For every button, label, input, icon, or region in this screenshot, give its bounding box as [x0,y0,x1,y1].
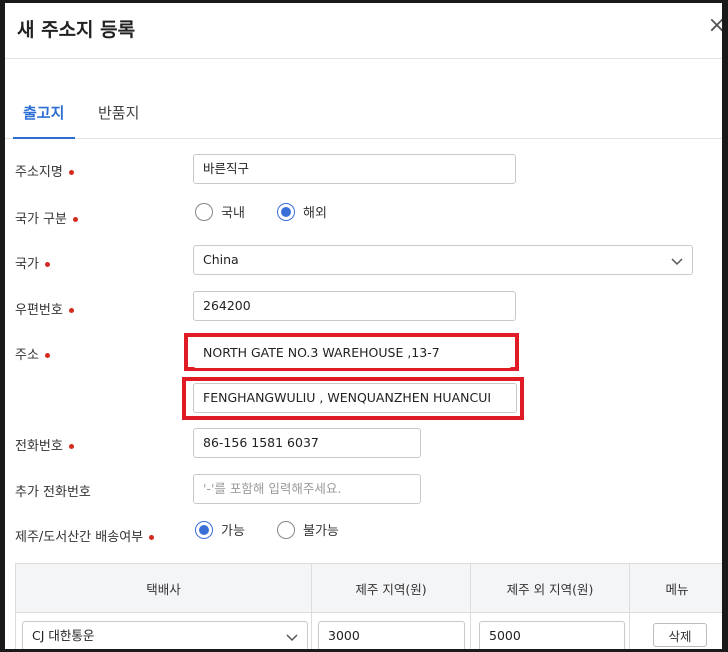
country-type-overseas-radio[interactable]: 해외 [277,202,327,221]
address-register-dialog: 새 주소지 등록 × 출고지 반품지 주소지명 바른직구 국가 구분 국내 해외… [5,3,722,649]
table-header-carrier: 택배사 [15,563,312,613]
country-type-label: 국가 구분 [15,208,78,227]
phone-input[interactable]: 86-156 1581 6037 [193,428,421,458]
table-header-outside-fee: 제주 외 지역(원) [470,563,630,613]
radio-unchecked-icon [277,520,295,539]
table-header-jeju-fee: 제주 지역(원) [311,563,471,613]
dialog-header: 새 주소지 등록 × [5,3,722,59]
address-label: 주소 [15,344,50,363]
jeju-fee-input[interactable]: 3000 [318,621,465,649]
required-dot [72,217,78,222]
tab-bar: 출고지 반품지 [5,78,722,139]
country-type-domestic-radio[interactable]: 국내 [195,202,245,221]
table-cell: 5000 [470,613,630,649]
radio-checked-icon [277,202,295,221]
jeju-delivery-label: 제주/도서산간 배송여부 [15,526,155,545]
jeju-delivery-unavailable-radio[interactable]: 불가능 [277,520,339,539]
carrier-select[interactable]: CJ 대한통운 [22,621,308,649]
close-icon[interactable]: × [708,13,722,38]
shipping-fee-table: 택배사 제주 지역(원) 제주 외 지역(원) 메뉴 CJ 대한통운 3000 … [15,563,722,649]
zipcode-input[interactable]: 264200 [193,291,516,321]
alias-input[interactable]: 바른직구 [193,154,516,184]
outside-fee-input[interactable]: 5000 [479,621,625,649]
tab-shipping-origin[interactable]: 출고지 [23,102,64,123]
required-dot [44,262,50,267]
extra-phone-input[interactable]: '-'를 포함해 입력해주세요. [193,474,421,504]
country-select-value: China [203,252,239,267]
radio-checked-icon [195,520,213,539]
table-cell: 삭제 [629,613,722,649]
phone-label: 전화번호 [15,435,74,454]
dialog-title: 새 주소지 등록 [17,19,136,41]
alias-label: 주소지명 [15,161,74,180]
table-cell: CJ 대한통운 [15,613,312,649]
tab-return-address[interactable]: 반품지 [98,102,139,123]
active-tab-indicator [13,137,75,139]
required-dot [68,308,74,313]
radio-unchecked-icon [195,202,213,221]
required-dot [68,170,74,175]
zipcode-label: 우편번호 [15,299,74,318]
table-header-menu: 메뉴 [629,563,722,613]
required-dot [149,535,155,540]
chevron-down-icon [286,634,298,642]
delete-row-button[interactable]: 삭제 [653,623,707,647]
extra-phone-label: 추가 전화번호 [15,485,91,500]
carrier-select-value: CJ 대한통운 [32,628,95,643]
address-line1-input[interactable]: NORTH GATE NO.3 WAREHOUSE ,13-7 [193,338,512,368]
required-dot [68,444,74,449]
required-dot [44,353,50,358]
jeju-delivery-available-radio[interactable]: 가능 [195,520,245,539]
country-label: 국가 [15,253,50,272]
address-line2-input[interactable]: FENGHANGWULIU , WENQUANZHEN HUANCUI [193,383,517,413]
country-select[interactable]: China [193,245,693,275]
table-cell: 3000 [311,613,471,649]
chevron-down-icon [671,258,683,266]
